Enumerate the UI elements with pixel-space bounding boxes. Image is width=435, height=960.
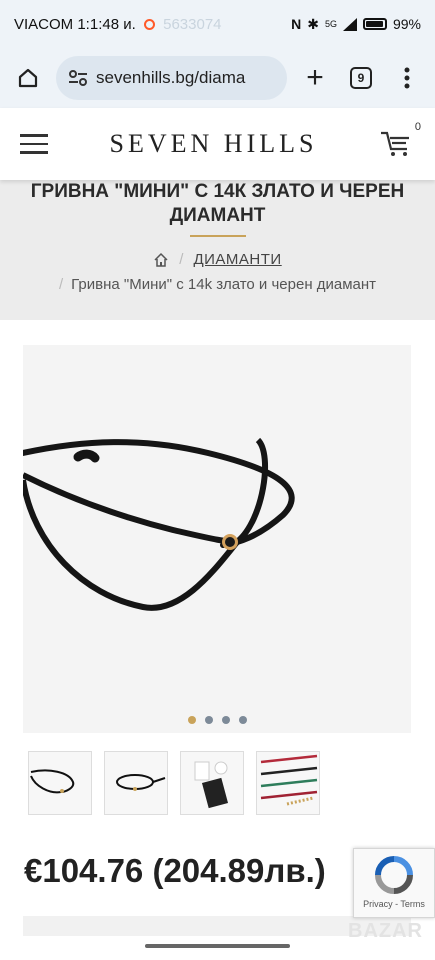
browser-toolbar: sevenhills.bg/diama + 9 xyxy=(0,48,435,108)
gesture-nav-handle[interactable] xyxy=(145,944,290,948)
thumbnail-4[interactable] xyxy=(256,751,320,815)
site-settings-icon[interactable] xyxy=(68,69,88,87)
bluetooth-icon: ✱ xyxy=(307,15,319,32)
overlay-text: 5633074 xyxy=(163,15,222,33)
product-price: €104.76 (204.89лв.) xyxy=(24,852,326,889)
bracelet-image xyxy=(23,345,411,733)
status-left: VIACOM 1:1:48 и. 5633074 xyxy=(14,16,291,33)
gallery-dot-2[interactable] xyxy=(205,716,213,724)
home-icon[interactable] xyxy=(10,60,46,96)
notification-icon xyxy=(143,18,155,30)
network-label: 5G xyxy=(324,19,337,29)
breadcrumb-separator: / xyxy=(58,276,64,293)
menu-icon[interactable] xyxy=(20,134,48,154)
gallery-dot-4[interactable] xyxy=(239,716,247,724)
cart-button[interactable]: 0 xyxy=(379,121,421,159)
url-text: sevenhills.bg/diama xyxy=(96,68,246,87)
cart-icon xyxy=(381,131,409,156)
address-bar[interactable]: sevenhills.bg/diama xyxy=(56,56,287,100)
status-bar: VIACOM 1:1:48 и. 5633074 N ✱ 5G 99% xyxy=(0,0,435,48)
recaptcha-icon xyxy=(375,856,413,894)
site-header: SEVEN HILLS 0 xyxy=(0,108,435,180)
breadcrumb-separator: / xyxy=(179,251,184,268)
nfc-icon: N xyxy=(291,16,302,32)
more-menu-icon[interactable] xyxy=(389,60,425,96)
site-logo[interactable]: SEVEN HILLS xyxy=(48,129,379,159)
tab-count: 9 xyxy=(350,67,372,89)
gallery-dot-1[interactable] xyxy=(188,716,196,724)
breadcrumb-home-icon[interactable] xyxy=(153,252,169,268)
thumbnail-2[interactable] xyxy=(104,751,168,815)
breadcrumb: / ДИАМАНТИ xyxy=(0,251,435,268)
recaptcha-links[interactable]: Privacy - Terms xyxy=(363,899,425,909)
watermark: BAZAR xyxy=(348,920,423,942)
product-image[interactable] xyxy=(23,345,411,733)
cart-count: 0 xyxy=(414,121,421,133)
signal-icon xyxy=(342,17,357,31)
thumbnail-3[interactable] xyxy=(180,751,244,815)
status-right: N ✱ 5G 99% xyxy=(291,16,421,33)
recaptcha-badge[interactable]: Privacy - Terms xyxy=(353,848,435,918)
tab-switcher-button[interactable]: 9 xyxy=(343,60,379,96)
title-divider xyxy=(189,235,246,237)
thumbnail-1[interactable] xyxy=(28,751,92,815)
gallery-pagination xyxy=(0,716,435,724)
battery-icon xyxy=(362,18,387,30)
gallery-dot-3[interactable] xyxy=(222,716,230,724)
thumbnail-strip xyxy=(28,751,320,815)
breadcrumb-category-link[interactable]: ДИАМАНТИ xyxy=(193,251,281,268)
battery-percent: 99% xyxy=(392,16,421,32)
page-title-band: ГРИВНА "МИНИ" С 14К ЗЛАТО И ЧЕРЕН ДИАМАН… xyxy=(0,180,435,320)
carrier-time: VIACOM 1:1:48 и. xyxy=(14,15,136,33)
breadcrumb-current-row: / Гривна "Мини" с 14k злато и черен диама… xyxy=(0,276,435,293)
new-tab-icon[interactable]: + xyxy=(297,60,333,96)
page-title: ГРИВНА "МИНИ" С 14К ЗЛАТО И ЧЕРЕН ДИАМАН… xyxy=(30,181,405,226)
breadcrumb-current: Гривна "Мини" с 14k злато и черен диаман… xyxy=(71,276,377,293)
